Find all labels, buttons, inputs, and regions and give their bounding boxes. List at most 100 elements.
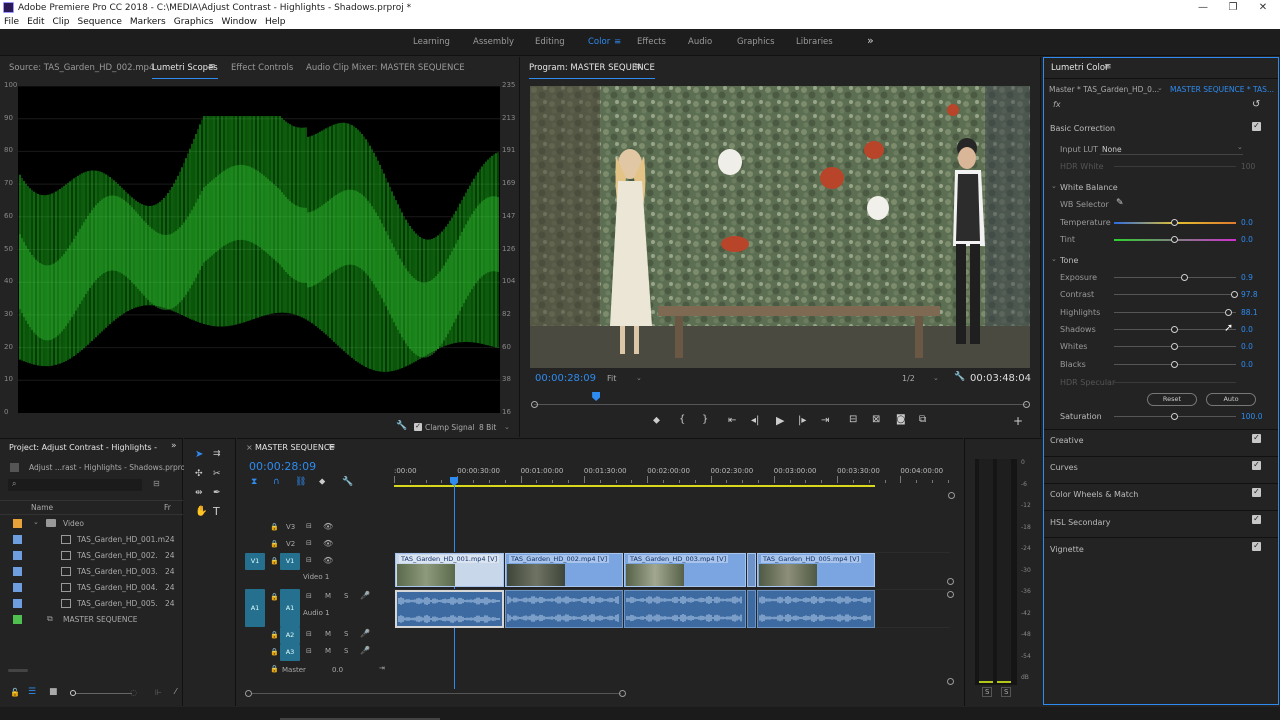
solo-button[interactable]: S bbox=[344, 630, 348, 638]
icon-view-icon[interactable]: ■ bbox=[49, 687, 58, 697]
extract-icon[interactable]: ⊠ bbox=[872, 414, 880, 425]
tab-effect-controls[interactable]: Effect Controls bbox=[231, 63, 293, 73]
track-target-a2[interactable]: A2 bbox=[280, 627, 300, 644]
razor-tool-icon[interactable]: ✂ bbox=[213, 469, 221, 479]
more-workspaces-icon[interactable]: » bbox=[867, 34, 874, 47]
new-bin-search-icon[interactable]: ⊟ bbox=[153, 479, 160, 488]
more-panels-icon[interactable]: » bbox=[171, 441, 177, 451]
workspace-libraries[interactable]: Libraries bbox=[796, 37, 833, 47]
zoom-slider-knob[interactable] bbox=[70, 690, 76, 696]
lock-track-icon[interactable]: 🔒 bbox=[270, 648, 279, 656]
sync-lock-icon[interactable]: ⊟ bbox=[306, 522, 312, 530]
microphone-icon[interactable]: 🎤 bbox=[360, 646, 370, 655]
menu-graphics[interactable]: Graphics bbox=[174, 17, 214, 27]
track-scroll-handle[interactable] bbox=[947, 578, 954, 585]
whites-value[interactable]: 0.0 bbox=[1241, 342, 1253, 351]
fx-icon[interactable]: fx bbox=[1053, 100, 1061, 109]
exposure-slider[interactable] bbox=[1114, 277, 1236, 278]
eyedropper-icon[interactable]: ✎ bbox=[1116, 198, 1124, 208]
basic-correction-checkbox[interactable]: ✓ bbox=[1252, 122, 1261, 131]
curves-checkbox[interactable]: ✓ bbox=[1252, 461, 1261, 470]
video-clip[interactable]: TAS_Garden_HD_005.mp4 [V] bbox=[757, 553, 875, 587]
project-item-clip[interactable]: TAS_Garden_HD_004. 24 bbox=[0, 580, 175, 596]
play-icon[interactable]: ▶ bbox=[776, 414, 784, 427]
temperature-knob[interactable] bbox=[1171, 219, 1178, 226]
go-to-in-icon[interactable]: ⇤ bbox=[728, 415, 736, 426]
label-color-swatch[interactable] bbox=[13, 519, 22, 528]
track-select-tool-icon[interactable]: ⇉ bbox=[213, 449, 221, 459]
timeline-close-icon[interactable]: × bbox=[246, 443, 253, 452]
maximize-button[interactable]: ❐ bbox=[1218, 0, 1248, 15]
project-item-clip[interactable]: TAS_Garden_HD_001.m 24 bbox=[0, 532, 175, 548]
list-view-icon[interactable]: ☰ bbox=[28, 687, 36, 697]
vignette-checkbox[interactable]: ✓ bbox=[1252, 542, 1261, 551]
highlights-slider[interactable] bbox=[1114, 311, 1236, 313]
menu-sequence[interactable]: Sequence bbox=[78, 17, 122, 27]
timeline-timecode[interactable]: 00:00:28:09 bbox=[249, 460, 316, 473]
lock-track-icon[interactable]: 🔒 bbox=[270, 523, 279, 531]
menu-window[interactable]: Window bbox=[221, 17, 257, 27]
project-item-folder[interactable]: ⌄ Video bbox=[0, 516, 172, 532]
tab-audio-clip-mixer[interactable]: Audio Clip Mixer: MASTER SEQUENCE bbox=[306, 63, 465, 73]
color-wheels-heading[interactable]: Color Wheels & Match bbox=[1050, 490, 1138, 499]
timeline-menu-icon[interactable]: ≡ bbox=[328, 442, 336, 452]
scope-settings-icon[interactable]: 🔧 bbox=[396, 421, 407, 431]
workspace-audio[interactable]: Audio bbox=[688, 37, 712, 47]
pen-tool-icon[interactable]: ✒ bbox=[213, 488, 221, 498]
source-patch-a1[interactable]: A1 bbox=[245, 589, 265, 627]
menu-file[interactable]: File bbox=[4, 17, 19, 27]
audio-clip[interactable] bbox=[505, 590, 623, 628]
scopes-menu-icon[interactable]: ≡ bbox=[208, 62, 216, 72]
workspace-learning[interactable]: Learning bbox=[413, 37, 450, 47]
shadows-knob[interactable] bbox=[1171, 325, 1178, 333]
automate-sequence-icon[interactable]: ◌ bbox=[130, 688, 137, 697]
export-frame-icon[interactable]: ◙ bbox=[896, 414, 906, 425]
label-color-swatch[interactable] bbox=[13, 551, 22, 560]
column-name[interactable]: Name bbox=[31, 503, 53, 512]
blacks-knob[interactable] bbox=[1171, 360, 1178, 368]
lumetri-menu-icon[interactable]: ≡ bbox=[1104, 62, 1112, 72]
go-to-next-edit-icon[interactable]: ⇥ bbox=[379, 664, 385, 672]
contrast-value[interactable]: 97.8 bbox=[1241, 290, 1258, 299]
video-clip[interactable]: TAS_Garden_HD_003.mp4 [V] bbox=[624, 553, 746, 587]
lock-track-icon[interactable]: 🔒 bbox=[270, 665, 279, 673]
input-lut-chevron-icon[interactable]: ⌄ bbox=[1237, 143, 1243, 151]
tone-reset-button[interactable]: Reset bbox=[1147, 393, 1197, 406]
linked-selection-icon[interactable]: ⛓ bbox=[295, 477, 306, 487]
button-editor-plus-icon[interactable]: + bbox=[1013, 414, 1023, 428]
eye-icon[interactable]: 👁 bbox=[323, 539, 333, 548]
master-clip-tab[interactable]: Master * TAS_Garden_HD_0... bbox=[1049, 85, 1159, 94]
program-current-time[interactable]: 00:00:28:09 bbox=[535, 373, 596, 384]
program-menu-icon[interactable]: ≡ bbox=[634, 62, 642, 72]
chevron-down-icon[interactable]: ⌄ bbox=[504, 423, 510, 431]
shadows-value[interactable]: 0.0 bbox=[1241, 325, 1253, 334]
audio-clip[interactable] bbox=[395, 590, 504, 628]
label-color-swatch[interactable] bbox=[13, 599, 22, 608]
tone-chevron-icon[interactable]: ⌄ bbox=[1051, 255, 1057, 263]
tint-knob[interactable] bbox=[1171, 236, 1178, 243]
label-color-swatch[interactable] bbox=[13, 535, 22, 544]
exposure-knob[interactable] bbox=[1180, 274, 1188, 281]
hscroll-right-handle[interactable] bbox=[619, 690, 626, 697]
solo-left-button[interactable]: S bbox=[982, 687, 993, 697]
audio-clip[interactable] bbox=[624, 590, 746, 628]
tint-value[interactable]: 0.0 bbox=[1241, 235, 1253, 244]
ripple-edit-tool-icon[interactable]: ✣ bbox=[195, 469, 203, 479]
track-scroll-handle[interactable] bbox=[947, 591, 954, 598]
sequence-clip-tab[interactable]: MASTER SEQUENCE * TAS... bbox=[1170, 85, 1274, 94]
work-area-bar[interactable] bbox=[394, 485, 875, 487]
sync-lock-icon[interactable]: ⊟ bbox=[306, 630, 312, 638]
menu-markers[interactable]: Markers bbox=[130, 17, 166, 27]
timeline-vscroll-bottom[interactable] bbox=[947, 678, 954, 685]
track-target-v1[interactable]: V1 bbox=[280, 553, 300, 570]
project-item-clip[interactable]: TAS_Garden_HD_003. 24 bbox=[0, 564, 175, 580]
workspace-graphics[interactable]: Graphics bbox=[737, 37, 775, 47]
sync-lock-icon[interactable]: ⊟ bbox=[306, 539, 312, 547]
mark-out-icon[interactable]: } bbox=[702, 414, 708, 425]
scrubber-end-handle[interactable] bbox=[1023, 401, 1030, 408]
label-color-swatch[interactable] bbox=[13, 615, 22, 624]
workspace-assembly[interactable]: Assembly bbox=[473, 37, 514, 47]
master-volume-value[interactable]: 0.0 bbox=[332, 666, 343, 674]
nest-icon[interactable]: ⧗ bbox=[251, 477, 257, 487]
add-marker-icon[interactable]: ⬥ bbox=[653, 415, 660, 426]
